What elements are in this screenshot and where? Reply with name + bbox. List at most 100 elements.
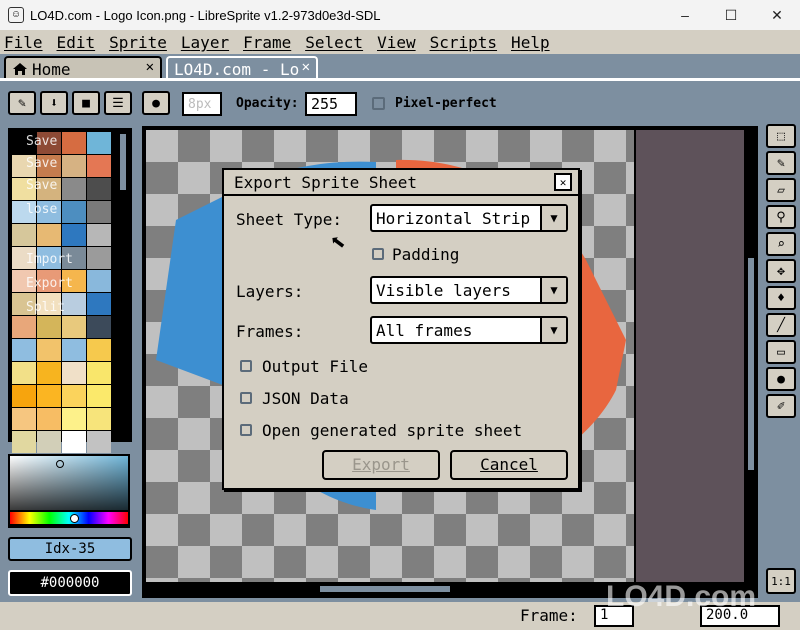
output-file-checkbox[interactable] <box>240 360 252 372</box>
palette-swatch[interactable] <box>87 270 111 292</box>
palette-swatch[interactable] <box>62 339 86 361</box>
palette-swatch[interactable] <box>87 132 111 154</box>
menu-file[interactable]: File <box>4 33 43 52</box>
palette-swatch[interactable] <box>37 339 61 361</box>
tab-home[interactable]: Home ✕ <box>4 56 162 80</box>
palette-swatch[interactable] <box>62 408 86 430</box>
zoom-icon[interactable]: ⌕ <box>766 232 796 256</box>
palette-swatch[interactable] <box>87 316 111 338</box>
menu-select[interactable]: Select <box>305 33 363 52</box>
palette-panel: Save Save Save lose Import Export Split <box>8 128 132 453</box>
minimize-button[interactable]: – <box>662 0 708 30</box>
pixel-perfect-checkbox[interactable] <box>372 97 385 110</box>
palette-swatch[interactable] <box>62 362 86 384</box>
chevron-down-icon[interactable]: ▼ <box>540 206 566 230</box>
menu-help[interactable]: Help <box>511 33 550 52</box>
chevron-down-icon[interactable]: ▼ <box>540 318 566 342</box>
close-tab-icon[interactable]: ✕ <box>146 59 154 75</box>
color-hex-field[interactable]: #000000 <box>8 570 132 596</box>
palette-swatch[interactable] <box>62 178 86 200</box>
eraser-icon[interactable]: ▱ <box>766 178 796 202</box>
brush-square-icon[interactable]: ■ <box>72 91 100 115</box>
palette-swatch[interactable] <box>87 339 111 361</box>
canvas-vertical-scrollbar[interactable] <box>748 258 754 470</box>
palette-swatch[interactable] <box>12 431 36 453</box>
palette-swatch[interactable] <box>87 431 111 453</box>
brush-menu-icon[interactable]: ☰ <box>104 91 132 115</box>
palette-swatch[interactable] <box>87 385 111 407</box>
move-icon[interactable]: ✥ <box>766 259 796 283</box>
blur-brush-icon[interactable]: ✐ <box>766 394 796 418</box>
palette-swatch[interactable] <box>12 224 36 246</box>
export-button[interactable]: Export <box>322 450 440 480</box>
palette-swatch[interactable] <box>12 385 36 407</box>
palette-swatch[interactable] <box>62 201 86 223</box>
contour-icon[interactable]: ● <box>766 367 796 391</box>
chevron-down-icon[interactable]: ▼ <box>540 278 566 302</box>
json-data-checkbox[interactable] <box>240 392 252 404</box>
close-tab-icon[interactable]: ✕ <box>302 59 310 75</box>
tab-document[interactable]: LO4D.com - Lo ✕ <box>166 56 318 80</box>
palette-swatch[interactable] <box>62 385 86 407</box>
line-icon[interactable]: ╱ <box>766 313 796 337</box>
dialog-close-icon[interactable]: ✕ <box>554 173 572 191</box>
brush-circle-icon[interactable]: ● <box>142 91 170 115</box>
palette-swatch[interactable] <box>37 316 61 338</box>
palette-swatch[interactable] <box>62 431 86 453</box>
palette-swatch[interactable] <box>62 132 86 154</box>
palette-swatch[interactable] <box>87 293 111 315</box>
eyedropper-icon[interactable]: ⚲ <box>766 205 796 229</box>
palette-swatch[interactable] <box>87 362 111 384</box>
palette-swatch[interactable] <box>37 224 61 246</box>
layers-select[interactable]: Visible layers ▼ <box>370 276 568 304</box>
cancel-button[interactable]: Cancel <box>450 450 568 480</box>
palette-scrollbar[interactable] <box>120 134 126 190</box>
maximize-button[interactable]: ☐ <box>708 0 754 30</box>
menu-layer[interactable]: Layer <box>181 33 229 52</box>
brush-down-icon[interactable]: ⬇ <box>40 91 68 115</box>
palette-swatch[interactable] <box>12 316 36 338</box>
pencil-icon[interactable]: ✎ <box>766 151 796 175</box>
marquee-select-icon[interactable]: ⬚ <box>766 124 796 148</box>
brush-size-field[interactable]: 8px <box>182 92 222 116</box>
hue-slider[interactable] <box>8 510 130 526</box>
color-index-field[interactable]: Idx-35 <box>8 537 132 561</box>
spectrum-cursor[interactable] <box>56 460 64 468</box>
palette-swatch[interactable] <box>87 178 111 200</box>
palette-swatch[interactable] <box>62 316 86 338</box>
palette-swatch[interactable] <box>87 408 111 430</box>
menu-scripts[interactable]: Scripts <box>430 33 497 52</box>
close-window-button[interactable]: ✕ <box>754 0 800 30</box>
menu-frame[interactable]: Frame <box>243 33 291 52</box>
sheet-type-select[interactable]: Horizontal Strip ▼ <box>370 204 568 232</box>
palette-swatch[interactable] <box>62 293 86 315</box>
palette-swatch[interactable] <box>12 339 36 361</box>
watermark: LO4D.com <box>606 580 757 613</box>
palette-swatch[interactable] <box>87 155 111 177</box>
palette-swatch[interactable] <box>37 385 61 407</box>
dialog-titlebar[interactable]: Export Sprite Sheet ✕ <box>224 170 578 196</box>
hue-handle[interactable] <box>70 514 79 523</box>
palette-swatch[interactable] <box>37 362 61 384</box>
padding-checkbox[interactable] <box>372 248 384 260</box>
frames-select[interactable]: All frames ▼ <box>370 316 568 344</box>
palette-swatch[interactable] <box>87 224 111 246</box>
palette-swatch[interactable] <box>62 224 86 246</box>
palette-swatch[interactable] <box>87 201 111 223</box>
rectangle-icon[interactable]: ▭ <box>766 340 796 364</box>
menu-view[interactable]: View <box>377 33 416 52</box>
canvas-horizontal-scrollbar[interactable] <box>320 586 450 592</box>
palette-swatch[interactable] <box>37 431 61 453</box>
opacity-field[interactable]: 255 <box>305 92 357 116</box>
fill-bucket-icon[interactable]: ♦ <box>766 286 796 310</box>
menu-sprite[interactable]: Sprite <box>109 33 167 52</box>
palette-swatch[interactable] <box>37 408 61 430</box>
menu-edit[interactable]: Edit <box>57 33 96 52</box>
zoom-one-to-one-button[interactable]: 1:1 <box>766 568 796 594</box>
palette-swatch[interactable] <box>12 408 36 430</box>
palette-swatch[interactable] <box>62 155 86 177</box>
brush-pencil-icon[interactable]: ✎ <box>8 91 36 115</box>
palette-swatch[interactable] <box>12 362 36 384</box>
open-sheet-checkbox[interactable] <box>240 424 252 436</box>
palette-swatch[interactable] <box>87 247 111 269</box>
